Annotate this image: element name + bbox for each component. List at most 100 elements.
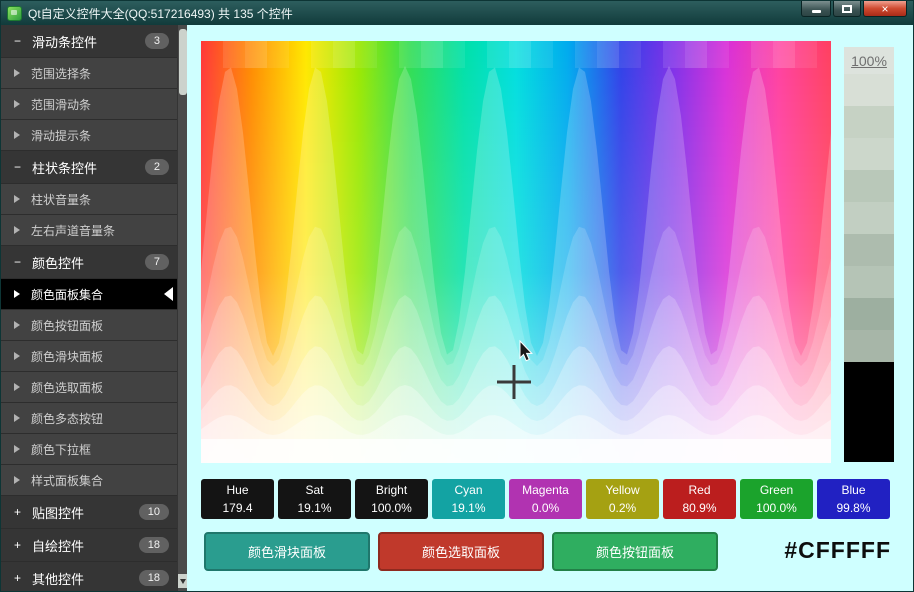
value-box-blue: Blue 99.8% [817,479,890,519]
sidebar-item-label: 颜色滑块面板 [31,349,104,364]
color-swatch[interactable] [844,74,894,106]
sidebar-group-柱状条控件[interactable]: − 柱状条控件 2 [1,151,177,184]
value-number: 0.2% [608,501,637,515]
sidebar-item-label: 柱状音量条 [31,192,92,207]
count-badge: 18 [138,537,169,553]
scrollbar-down-button[interactable] [178,574,187,588]
sidebar-item-柱状音量条[interactable]: 柱状音量条 [1,184,177,215]
value-number: 100.0% [756,501,797,515]
maximize-button[interactable] [833,1,861,17]
sidebar-item-颜色按钮面板[interactable]: 颜色按钮面板 [1,310,177,341]
value-label: Bright [375,483,408,497]
color-swatch[interactable] [844,234,894,266]
brightness-fade [201,41,831,463]
value-label: Green [759,483,794,497]
count-badge: 10 [138,504,169,520]
minus-icon: − [14,160,22,174]
color-swatch[interactable] [844,330,894,362]
app-window: Qt自定义控件大全(QQ:517216493) 共 135 个控件 × − 滑动条… [0,0,914,592]
triangle-right-icon [14,100,20,108]
plus-icon: + [14,505,22,519]
triangle-right-icon [14,383,20,391]
window-title: Qt自定义控件大全(QQ:517216493) 共 135 个控件 [28,6,293,21]
value-box-sat: Sat 19.1% [278,479,351,519]
panel-button-颜色按钮面板[interactable]: 颜色按钮面板 [552,532,718,571]
value-label: Blue [841,483,866,497]
color-swatch[interactable] [844,266,894,298]
sidebar-item-滑动提示条[interactable]: 滑动提示条 [1,120,177,151]
hsv-color-panel[interactable] [201,41,831,463]
sidebar-item-颜色滑块面板[interactable]: 颜色滑块面板 [1,341,177,372]
count-badge: 18 [138,570,169,586]
count-badge: 2 [144,159,169,175]
triangle-right-icon [14,352,20,360]
app-icon [7,5,22,21]
main-area: 100% Hue 179.4 Sat 19.1% Bright 100.0% Cyan 19.… [187,25,913,591]
sidebar-group-颜色控件[interactable]: − 颜色控件 7 [1,246,177,279]
panel-button-颜色滑块面板[interactable]: 颜色滑块面板 [204,532,370,571]
sidebar-item-label: 贴图控件 [32,505,85,521]
sidebar-group-贴图控件[interactable]: + 贴图控件 10 [1,496,177,529]
sidebar-item-label: 颜色面板集合 [31,287,104,302]
sidebar-item-颜色多态按钮[interactable]: 颜色多态按钮 [1,403,177,434]
maximize-icon [842,4,852,13]
sidebar-item-label: 颜色多态按钮 [31,411,104,426]
swatch-strip [844,74,894,462]
minus-icon: − [14,255,22,269]
sidebar-item-颜色下拉框[interactable]: 颜色下拉框 [1,434,177,465]
sidebar-item-颜色选取面板[interactable]: 颜色选取面板 [1,372,177,403]
color-swatch[interactable] [844,138,894,170]
triangle-right-icon [14,290,20,298]
sidebar-item-左右声道音量条[interactable]: 左右声道音量条 [1,215,177,246]
sidebar-group-滑动条控件[interactable]: − 滑动条控件 3 [1,25,177,58]
color-swatch[interactable] [844,202,894,234]
triangle-right-icon [14,195,20,203]
sidebar-item-label: 颜色选取面板 [31,380,104,395]
scrollbar-thumb[interactable] [179,29,187,95]
value-box-magenta: Magenta 0.0% [509,479,582,519]
color-swatch[interactable] [844,170,894,202]
sidebar-scrollbar[interactable] [177,25,187,591]
color-swatch[interactable] [844,362,894,462]
sidebar-item-label: 范围选择条 [31,66,92,81]
sidebar-item-label: 柱状条控件 [32,160,98,176]
sidebar-list: − 滑动条控件 3 范围选择条 范围滑动条 滑动提示条 − 柱状条控件 2 柱状音量条 左右声道音量… [1,25,177,591]
value-number: 0.0% [531,501,560,515]
triangle-right-icon [14,321,20,329]
minimize-button[interactable] [801,1,831,17]
triangle-right-icon [14,131,20,139]
value-box-hue: Hue 179.4 [201,479,274,519]
selected-marker [164,287,173,301]
minus-icon: − [14,34,22,48]
sidebar-item-label: 滑动条控件 [32,34,98,50]
title-bar: Qt自定义控件大全(QQ:517216493) 共 135 个控件 × [1,1,913,25]
panel-buttons-row: 颜色滑块面板 颜色选取面板 颜色按钮面板 [204,532,718,571]
value-label: Sat [305,483,324,497]
sidebar-group-其他控件[interactable]: + 其他控件 18 [1,562,177,591]
window-controls: × [799,1,907,17]
plus-icon: + [14,538,22,552]
sidebar-item-范围选择条[interactable]: 范围选择条 [1,58,177,89]
value-box-bright: Bright 100.0% [355,479,428,519]
sidebar-item-范围滑动条[interactable]: 范围滑动条 [1,89,177,120]
value-box-red: Red 80.9% [663,479,736,519]
triangle-right-icon [14,226,20,234]
plus-icon: + [14,571,22,585]
sidebar: − 滑动条控件 3 范围选择条 范围滑动条 滑动提示条 − 柱状条控件 2 柱状音量条 左右声道音量… [1,25,187,591]
sidebar-item-label: 颜色按钮面板 [31,318,104,333]
sidebar-item-样式面板集合[interactable]: 样式面板集合 [1,465,177,496]
color-swatch[interactable] [844,298,894,330]
close-button[interactable]: × [863,1,907,17]
sidebar-item-label: 样式面板集合 [31,473,104,488]
sidebar-item-颜色面板集合[interactable]: 颜色面板集合 [1,279,177,310]
sidebar-item-label: 滑动提示条 [31,128,92,143]
sidebar-item-label: 自绘控件 [32,538,85,554]
value-number: 19.1% [451,501,486,515]
panel-button-颜色选取面板[interactable]: 颜色选取面板 [378,532,544,571]
sidebar-group-自绘控件[interactable]: + 自绘控件 18 [1,529,177,562]
triangle-right-icon [14,445,20,453]
sidebar-item-label: 左右声道音量条 [31,223,116,238]
minimize-icon [811,9,821,13]
color-swatch[interactable] [844,106,894,138]
sidebar-item-label: 颜色下拉框 [31,442,92,457]
